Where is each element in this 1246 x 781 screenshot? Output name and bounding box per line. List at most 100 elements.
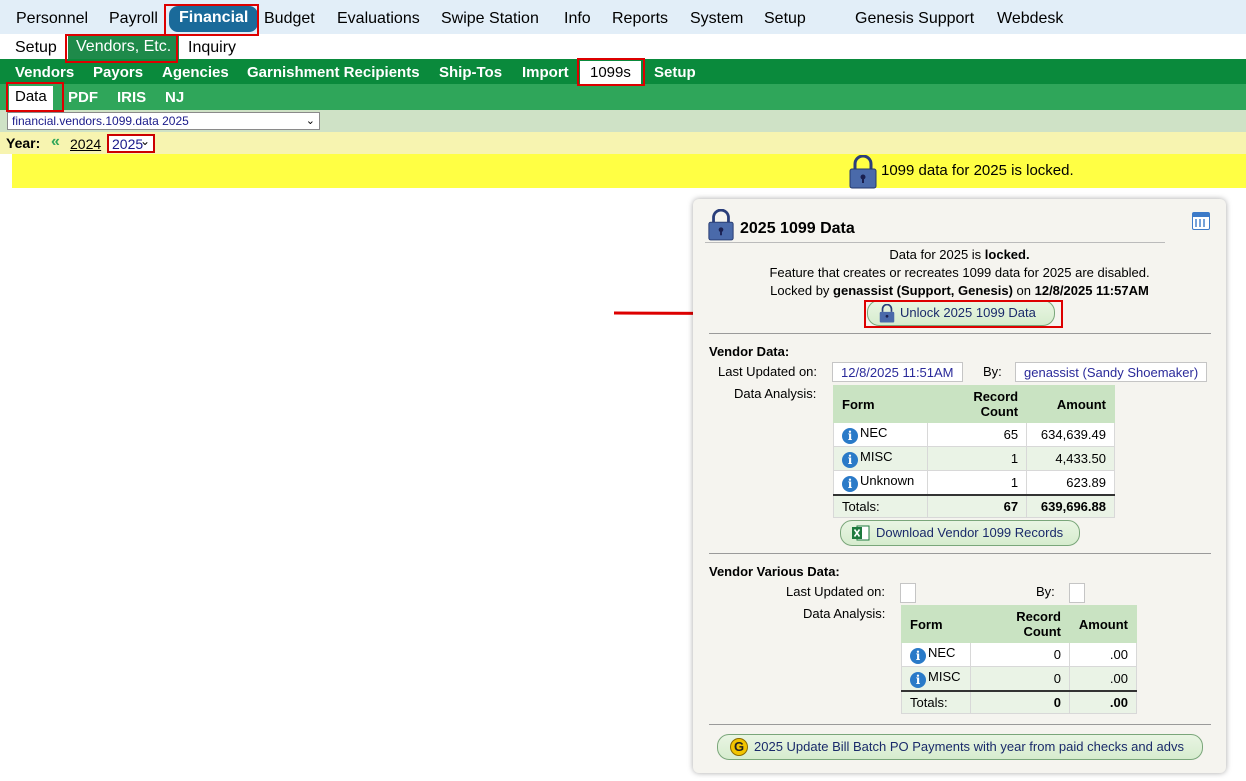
tab-agencies[interactable]: Agencies <box>162 64 229 81</box>
row-amount: 4,433.50 <box>1026 446 1115 471</box>
calendar-icon[interactable] <box>1192 212 1210 230</box>
subnav-vendors-etc[interactable]: Vendors, Etc. <box>68 36 180 59</box>
nav-swipe-station[interactable]: Swipe Station <box>441 10 539 28</box>
vendor-various-heading: Vendor Various Data: <box>709 564 840 579</box>
info-icon[interactable]: i <box>842 476 858 492</box>
year-bar: Year: « 2024 2025 ⌄ <box>0 132 1246 154</box>
row-amount: 634,639.49 <box>1026 422 1115 447</box>
info-icon[interactable]: i <box>910 672 926 688</box>
locked-by-line: Locked by genassist (Support, Genesis) o… <box>693 283 1226 298</box>
unlock-button-label: Unlock 2025 1099 Data <box>900 305 1036 320</box>
lock-banner: 1099 data for 2025 is locked. <box>12 154 1246 189</box>
row-count: 0 <box>969 666 1071 692</box>
status-locked: locked. <box>984 247 1030 262</box>
col-record-count: Record Count <box>969 605 1071 643</box>
lock-icon <box>848 154 878 192</box>
row-form: NEC <box>860 425 888 440</box>
nav-personnel[interactable]: Personnel <box>16 10 88 28</box>
previous-year-link[interactable]: 2024 <box>70 136 101 152</box>
row-amount: 623.89 <box>1026 470 1115 496</box>
panel-lock-icon <box>707 208 735 244</box>
lock-banner-text: 1099 data for 2025 is locked. <box>881 162 1074 179</box>
tab-ship-tos[interactable]: Ship-Tos <box>439 64 502 81</box>
title-divider <box>705 242 1165 243</box>
col-amount: Amount <box>1069 605 1137 643</box>
download-vendor-1099-button[interactable]: Download Vendor 1099 Records <box>840 520 1080 546</box>
table-row: i NEC 0 .00 <box>901 642 1137 667</box>
previous-year-icon[interactable]: « <box>51 133 60 151</box>
tab-nj[interactable]: NJ <box>165 89 184 106</box>
row-amount: .00 <box>1069 642 1137 667</box>
excel-icon <box>852 525 870 541</box>
nav-evaluations[interactable]: Evaluations <box>337 10 420 28</box>
year-label: Year: <box>6 135 41 151</box>
col-form: Form <box>833 385 928 423</box>
genesis-g-icon: G <box>730 738 748 756</box>
nav-reports[interactable]: Reports <box>612 10 668 28</box>
col-record-count: Record Count <box>926 385 1028 423</box>
tab-1099s[interactable]: 1099s <box>580 61 641 85</box>
vendor-data-heading: Vendor Data: <box>709 344 790 359</box>
screen-select-value: financial.vendors.1099.data 2025 <box>12 114 189 128</box>
tab-setup[interactable]: Setup <box>654 64 696 81</box>
nav-setup[interactable]: Setup <box>764 10 806 28</box>
1099s-nav: Data PDF IRIS NJ <box>0 84 1246 110</box>
subnav-inquiry[interactable]: Inquiry <box>188 39 236 57</box>
various-by-label: By: <box>1036 584 1055 599</box>
update-bill-batch-button[interactable]: G 2025 Update Bill Batch PO Payments wit… <box>717 734 1203 760</box>
unlock-icon <box>878 303 896 326</box>
totals-label: Totals: <box>901 690 971 714</box>
table-row: i MISC 1 4,433.50 <box>833 446 1115 471</box>
tab-import[interactable]: Import <box>522 64 569 81</box>
col-form: Form <box>901 605 971 643</box>
row-form: NEC <box>928 645 956 660</box>
tab-garnishment-recipients[interactable]: Garnishment Recipients <box>247 64 420 81</box>
row-count: 65 <box>926 422 1028 447</box>
divider <box>709 333 1211 334</box>
tab-pdf[interactable]: PDF <box>68 89 98 106</box>
data-analysis-label: Data Analysis: <box>734 386 817 401</box>
nav-system[interactable]: System <box>690 10 743 28</box>
nav-budget[interactable]: Budget <box>264 10 315 28</box>
info-icon[interactable]: i <box>842 428 858 444</box>
feature-disabled-text: Feature that creates or recreates 1099 d… <box>769 265 1150 280</box>
tab-data[interactable]: Data <box>9 86 53 110</box>
divider <box>709 724 1211 725</box>
various-data-analysis-label: Data Analysis: <box>803 606 886 621</box>
nav-webdesk[interactable]: Webdesk <box>997 10 1063 28</box>
unlock-button[interactable]: Unlock 2025 1099 Data <box>867 300 1055 326</box>
vendor-data-table: Form Record Count Amount i NEC 65 634,639… <box>833 385 1115 518</box>
1099-data-panel: 2025 1099 Data Data for 2025 is locked. … <box>693 199 1226 773</box>
info-icon[interactable]: i <box>910 648 926 664</box>
nav-financial[interactable]: Financial <box>169 6 259 32</box>
nav-info[interactable]: Info <box>564 10 591 28</box>
locked-by-prefix: Locked by <box>770 283 834 298</box>
by-label: By: <box>983 364 1002 379</box>
row-count: 1 <box>926 470 1028 496</box>
totals-count: 0 <box>969 690 1071 714</box>
sub-nav: Setup Vendors, Etc. Inquiry <box>0 34 1246 60</box>
screen-select[interactable]: financial.vendors.1099.data 2025 ⌄ <box>7 112 320 130</box>
totals-count: 67 <box>926 494 1028 518</box>
tab-payors[interactable]: Payors <box>93 64 143 81</box>
row-form: MISC <box>860 449 893 464</box>
row-count: 1 <box>926 446 1028 471</box>
nav-genesis-support[interactable]: Genesis Support <box>855 10 974 28</box>
nav-payroll[interactable]: Payroll <box>109 10 158 28</box>
tab-vendors[interactable]: Vendors <box>15 64 74 81</box>
row-count: 0 <box>969 642 1071 667</box>
year-select-value: 2025 <box>112 136 144 152</box>
various-by-value <box>1069 583 1085 603</box>
col-amount: Amount <box>1026 385 1115 423</box>
table-row: i NEC 65 634,639.49 <box>833 422 1115 447</box>
info-icon[interactable]: i <box>842 452 858 468</box>
divider <box>709 553 1211 554</box>
tab-iris[interactable]: IRIS <box>117 89 146 106</box>
subnav-setup[interactable]: Setup <box>15 39 57 57</box>
download-button-label: Download Vendor 1099 Records <box>876 525 1064 540</box>
row-form: MISC <box>928 669 961 684</box>
vendor-various-table: Form Record Count Amount i NEC 0 .00 i MIS… <box>901 605 1137 714</box>
year-select[interactable]: 2025 ⌄ <box>107 134 155 153</box>
top-nav: Personnel Payroll Financial Budget Evalu… <box>0 0 1246 36</box>
totals-label: Totals: <box>833 494 928 518</box>
